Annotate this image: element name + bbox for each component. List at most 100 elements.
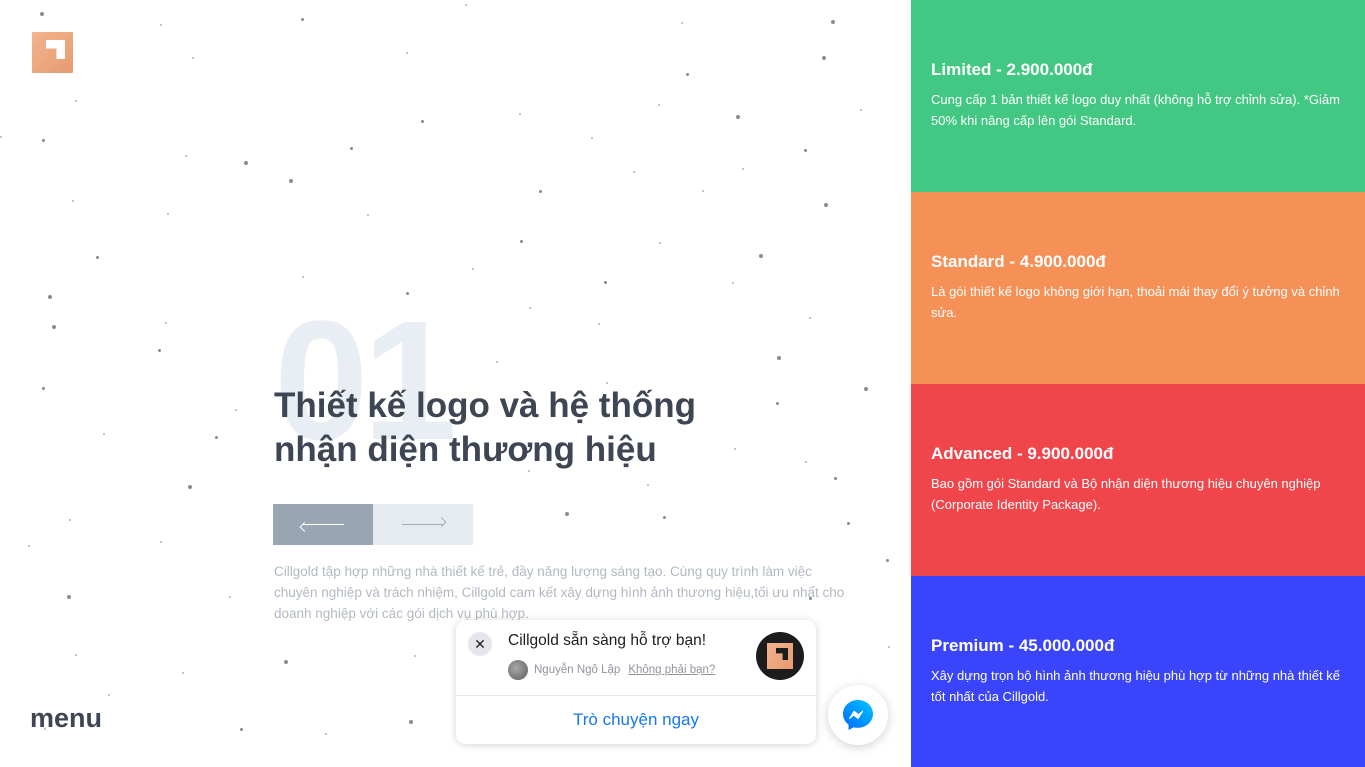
chat-popup: ✕ Cillgold sẵn sàng hỗ trợ bạn! Nguyễn N… (456, 620, 816, 744)
star-dot (472, 268, 474, 270)
star-dot (659, 242, 661, 244)
arrow-left-icon (302, 524, 344, 525)
star-dot (244, 161, 248, 165)
star-dot (847, 522, 850, 525)
star-dot (406, 52, 408, 54)
star-dot (350, 147, 353, 150)
package-title: Premium - 45.000.000đ (931, 636, 1115, 655)
hero-description: Cillgold tập hợp những nhà thiết kế trẻ,… (274, 564, 845, 621)
pricing-panels: Limited - 2.900.000đ Cung cấp 1 bản thiế… (911, 0, 1365, 767)
star-dot (289, 179, 293, 183)
star-dot (52, 325, 56, 329)
star-dot (414, 655, 416, 657)
package-description: Bao gồm gói Standard và Bộ nhận diện thư… (931, 476, 1321, 512)
star-dot (831, 20, 835, 24)
menu-button[interactable]: menu (30, 703, 102, 734)
star-dot (860, 109, 862, 111)
package-standard[interactable]: Standard - 4.900.000đ Là gói thiết kế lo… (911, 192, 1365, 384)
star-dot (96, 256, 99, 259)
star-dot (72, 200, 74, 202)
star-dot (702, 190, 704, 192)
chat-user-row: Nguyễn Ngô Lập Không phải bạn? (508, 660, 715, 680)
package-limited[interactable]: Limited - 2.900.000đ Cung cấp 1 bản thiế… (911, 0, 1365, 192)
start-chat-button[interactable]: Trò chuyện ngay (456, 696, 816, 744)
star-dot (409, 720, 413, 724)
package-description: Là gói thiết kế logo không giới hạn, tho… (931, 284, 1340, 320)
chat-user-name: Nguyễn Ngô Lập (534, 664, 621, 676)
star-dot (805, 461, 807, 463)
next-slide-button[interactable] (373, 504, 473, 545)
star-dot (886, 559, 889, 562)
star-dot (591, 137, 593, 139)
package-title: Limited - 2.900.000đ (931, 60, 1093, 79)
star-dot (325, 733, 327, 735)
star-dot (809, 317, 811, 319)
star-dot (686, 73, 689, 76)
star-dot (67, 595, 71, 599)
star-dot (167, 213, 169, 215)
star-dot (519, 113, 521, 115)
star-dot (539, 190, 542, 193)
star-dot (235, 409, 237, 411)
star-dot (598, 323, 600, 325)
star-dot (28, 545, 30, 547)
star-dot (240, 728, 243, 731)
star-dot (864, 387, 868, 391)
star-dot (48, 295, 52, 299)
star-dot (160, 541, 162, 543)
star-dot (736, 115, 740, 119)
star-dot (301, 18, 304, 21)
star-dot (229, 596, 231, 598)
star-dot (182, 672, 184, 674)
not-you-link[interactable]: Không phải bạn? (628, 664, 715, 676)
star-dot (103, 433, 105, 435)
star-dot (604, 281, 607, 284)
star-dot (529, 307, 531, 309)
star-dot (160, 24, 162, 26)
prev-slide-button[interactable] (273, 504, 373, 545)
hero-title-line-2: nhận diện thương hiệu (274, 430, 657, 469)
star-dot (465, 4, 467, 6)
star-dot (158, 349, 161, 352)
star-dot (165, 322, 167, 324)
arrow-right-icon (402, 524, 444, 525)
star-dot (75, 100, 77, 102)
package-premium[interactable]: Premium - 45.000.000đ Xây dựng trọn bộ h… (911, 576, 1365, 767)
star-dot (75, 654, 77, 656)
star-dot (42, 139, 45, 142)
star-dot (421, 120, 424, 123)
chat-title: Cillgold sẵn sàng hỗ trợ bạn! (508, 632, 707, 649)
star-dot (777, 356, 781, 360)
hero-title: Thiết kế logo và hệ thống nhận diện thươ… (274, 384, 744, 472)
avatar (508, 660, 528, 680)
star-dot (824, 203, 828, 207)
star-dot (185, 155, 187, 157)
star-dot (367, 214, 369, 216)
star-dot (108, 694, 110, 696)
star-dot (520, 240, 523, 243)
close-icon[interactable]: ✕ (468, 632, 492, 656)
star-dot (192, 57, 194, 59)
star-dot (658, 104, 660, 106)
hero-title-line-1: Thiết kế logo và hệ thống (274, 386, 696, 425)
star-dot (565, 512, 569, 516)
cillgold-logo-icon (767, 643, 793, 669)
star-dot (40, 12, 44, 16)
star-dot (888, 646, 890, 648)
messenger-icon[interactable] (828, 685, 888, 745)
star-dot (188, 485, 192, 489)
package-description: Cung cấp 1 bản thiết kế logo duy nhất (k… (931, 92, 1340, 128)
star-dot (732, 282, 734, 284)
star-dot (822, 56, 826, 60)
star-dot (42, 387, 45, 390)
star-dot (69, 519, 71, 521)
star-dot (284, 660, 288, 664)
cillgold-logo-icon[interactable] (32, 32, 73, 73)
star-dot (834, 477, 837, 480)
package-advanced[interactable]: Advanced - 9.900.000đ Bao gồm gói Standa… (911, 384, 1365, 576)
star-dot (742, 168, 744, 170)
package-description: Xây dựng trọn bộ hình ảnh thương hiệu ph… (931, 668, 1340, 704)
star-dot (804, 149, 807, 152)
star-dot (681, 22, 683, 24)
star-dot (663, 516, 666, 519)
